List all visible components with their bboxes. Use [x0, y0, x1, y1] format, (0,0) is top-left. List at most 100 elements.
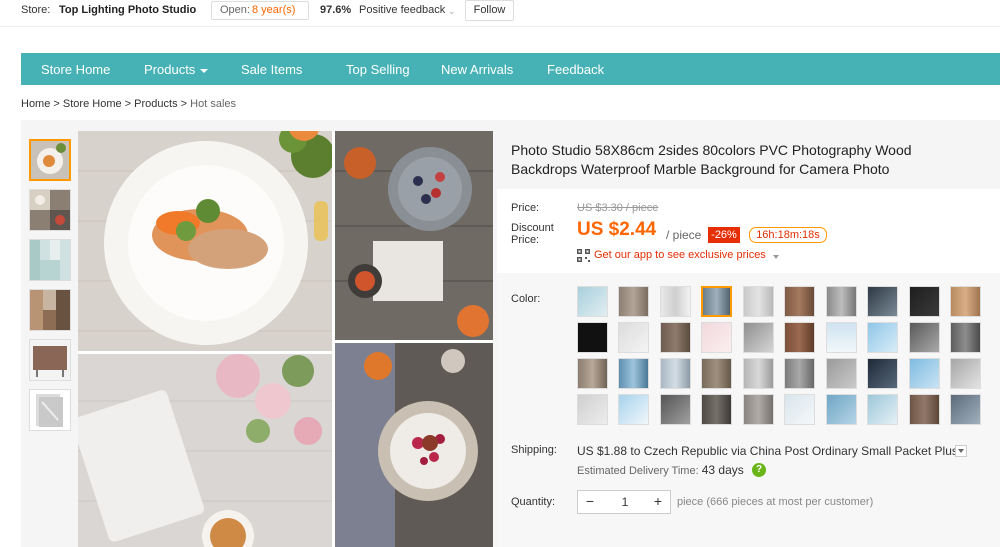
- color-swatch[interactable]: [784, 286, 815, 317]
- store-header: Store: Top Lighting Photo Studio Open: 8…: [0, 0, 1000, 26]
- nav-feedback[interactable]: Feedback: [547, 62, 604, 77]
- color-swatch[interactable]: [950, 358, 981, 389]
- breadcrumb-home[interactable]: Home: [21, 98, 50, 110]
- discount-price-label: Discount Price:: [511, 222, 554, 246]
- color-swatch[interactable]: [618, 394, 649, 425]
- color-swatch-selected[interactable]: [701, 286, 732, 317]
- thumbnail-5[interactable]: [29, 339, 71, 381]
- breadcrumb: Home > Store Home > Products > Hot sales: [21, 98, 236, 110]
- color-swatch[interactable]: [909, 358, 940, 389]
- breadcrumb-separator: >: [124, 98, 132, 110]
- follow-button[interactable]: Follow: [465, 0, 514, 21]
- color-swatch[interactable]: [618, 286, 649, 317]
- caret-down-icon[interactable]: [773, 255, 779, 259]
- color-swatch[interactable]: [618, 358, 649, 389]
- quantity-increase-button[interactable]: +: [648, 493, 668, 509]
- product-title: Photo Studio 58X86cm 2sides 80colors PVC…: [511, 142, 912, 177]
- breadcrumb-store-home[interactable]: Store Home: [63, 98, 122, 110]
- thumbnail-image: [30, 240, 70, 280]
- color-label: Color:: [511, 293, 541, 305]
- color-swatch[interactable]: [784, 394, 815, 425]
- color-swatch[interactable]: [577, 358, 608, 389]
- breadcrumb-current: Hot sales: [190, 98, 237, 110]
- color-swatch[interactable]: [743, 394, 774, 425]
- open-value: 8 year(s): [252, 4, 296, 16]
- color-swatch[interactable]: [660, 322, 691, 353]
- thumbnail-3[interactable]: [29, 239, 71, 281]
- shipping-info: US $1.88 to Czech Republic via China Pos…: [577, 444, 958, 458]
- color-swatch[interactable]: [826, 394, 857, 425]
- shipping-method: to Czech Republic via China Post Ordinar…: [630, 444, 958, 458]
- color-swatch[interactable]: [867, 322, 898, 353]
- help-icon[interactable]: ?: [752, 463, 766, 477]
- product-collage: [78, 131, 493, 547]
- color-swatch[interactable]: [826, 358, 857, 389]
- delivery-estimate: Estimated Delivery Time: 43 days: [577, 463, 744, 477]
- quantity-input[interactable]: 1: [604, 495, 646, 509]
- color-swatch[interactable]: [950, 286, 981, 317]
- nav-products[interactable]: Products: [144, 62, 209, 77]
- color-swatch[interactable]: [577, 394, 608, 425]
- color-swatch[interactable]: [867, 358, 898, 389]
- color-swatch[interactable]: [701, 358, 732, 389]
- breadcrumb-separator: >: [180, 98, 188, 110]
- quantity-label: Quantity:: [511, 496, 556, 508]
- color-swatch[interactable]: [867, 394, 898, 425]
- thumbnail-2[interactable]: [29, 189, 71, 231]
- nav-top-selling[interactable]: Top Selling: [346, 62, 410, 77]
- chevron-down-icon[interactable]: ⌄: [448, 6, 456, 17]
- color-swatch[interactable]: [743, 358, 774, 389]
- shipping-label: Shipping:: [511, 444, 557, 456]
- color-swatch[interactable]: [660, 358, 691, 389]
- color-swatch[interactable]: [867, 286, 898, 317]
- header-divider: [0, 26, 1000, 27]
- color-swatch[interactable]: [660, 286, 691, 317]
- color-swatch[interactable]: [909, 322, 940, 353]
- color-swatch[interactable]: [618, 322, 649, 353]
- open-label: Open:: [220, 4, 250, 16]
- eta-label: Estimated Delivery Time:: [577, 465, 699, 477]
- quantity-decrease-button[interactable]: −: [580, 493, 600, 509]
- color-swatch[interactable]: [826, 322, 857, 353]
- color-swatch[interactable]: [909, 286, 940, 317]
- color-swatch[interactable]: [909, 394, 940, 425]
- price-unit: / piece: [666, 228, 702, 242]
- thumbnail-image: [30, 390, 70, 430]
- shipping-dropdown[interactable]: [955, 445, 967, 457]
- eta-value: 43 days: [701, 463, 744, 477]
- qr-code-icon: [577, 249, 590, 262]
- color-swatch[interactable]: [950, 394, 981, 425]
- discount-price: US $2.44: [577, 219, 657, 240]
- main-product-image[interactable]: [78, 131, 493, 547]
- color-swatch[interactable]: [743, 322, 774, 353]
- store-label: Store:: [21, 4, 51, 16]
- discount-badge: -26%: [708, 227, 740, 243]
- feedback-label[interactable]: Positive feedback: [359, 4, 445, 16]
- app-exclusive-link[interactable]: Get our app to see exclusive prices: [594, 249, 766, 261]
- nav-new-arrivals[interactable]: New Arrivals: [441, 62, 513, 77]
- quantity-stepper: − 1 +: [577, 490, 671, 514]
- color-swatch[interactable]: [784, 358, 815, 389]
- color-swatch[interactable]: [701, 322, 732, 353]
- color-swatch[interactable]: [660, 394, 691, 425]
- color-swatch[interactable]: [701, 394, 732, 425]
- thumbnail-image: [30, 290, 70, 330]
- color-swatch[interactable]: [577, 322, 608, 353]
- caret-down-icon: [200, 68, 209, 73]
- nav-sale-items[interactable]: Sale Items: [241, 62, 302, 77]
- store-name[interactable]: Top Lighting Photo Studio: [59, 4, 196, 16]
- countdown-timer: 16h:18m:18s: [749, 227, 827, 243]
- breadcrumb-separator: >: [53, 98, 60, 110]
- quantity-note: piece (666 pieces at most per customer): [677, 496, 874, 508]
- color-swatch[interactable]: [577, 286, 608, 317]
- breadcrumb-products[interactable]: Products: [134, 98, 177, 110]
- thumbnail-6[interactable]: [29, 389, 71, 431]
- thumbnail-image: [30, 190, 70, 230]
- nav-store-home[interactable]: Store Home: [41, 62, 110, 77]
- color-swatch[interactable]: [743, 286, 774, 317]
- thumbnail-1[interactable]: [29, 139, 71, 181]
- color-swatch[interactable]: [950, 322, 981, 353]
- color-swatch[interactable]: [826, 286, 857, 317]
- thumbnail-4[interactable]: [29, 289, 71, 331]
- color-swatch[interactable]: [784, 322, 815, 353]
